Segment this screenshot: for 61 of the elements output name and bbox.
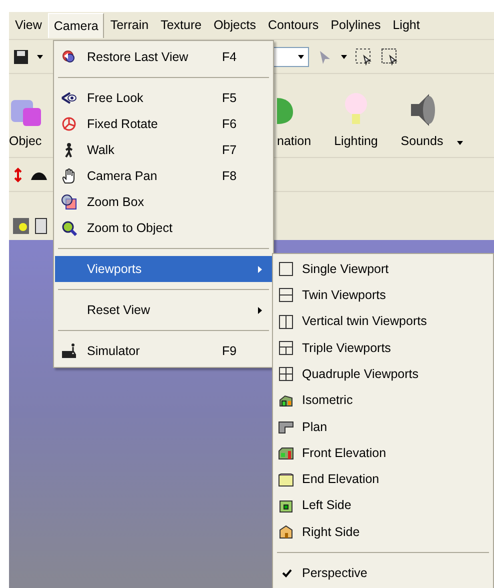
toolbar-button[interactable]: Lighting	[323, 77, 389, 151]
menu-item[interactable]: Front Elevation	[273, 440, 493, 466]
menu-item[interactable]: Simulator F9	[55, 338, 272, 364]
plan-icon	[278, 418, 294, 435]
front-elevation-icon	[278, 445, 294, 462]
mound-icon[interactable]	[31, 170, 47, 180]
single-viewport-icon	[278, 261, 294, 278]
menu-item[interactable]: End Elevation	[273, 466, 493, 493]
menu-title[interactable]: Polylines	[324, 12, 387, 39]
menu-title[interactable]: Camera	[48, 12, 104, 38]
menu-item[interactable]: Triple Viewports	[273, 334, 493, 362]
menu-item[interactable]: Restore Last View F4	[55, 44, 272, 70]
menu-item[interactable]: Reset View	[55, 297, 272, 323]
save-icon[interactable]	[13, 48, 29, 64]
menu-item[interactable]: Fixed Rotate F6	[55, 111, 272, 137]
dropdown-caret-icon[interactable]	[37, 54, 43, 58]
menu-item[interactable]: Free Look F5	[55, 85, 272, 111]
menu-item[interactable]: Camera Pan F8	[55, 163, 272, 189]
menu-item[interactable]: Right Side	[273, 518, 493, 546]
triple-viewport-icon	[278, 340, 294, 356]
menu-item[interactable]: Walk F7	[55, 137, 272, 163]
menu-item[interactable]: Viewports	[55, 256, 272, 282]
isometric-house-icon	[278, 392, 294, 409]
select-region-icon[interactable]	[355, 48, 373, 66]
twin-viewport-icon	[278, 287, 294, 304]
submenu-arrow-icon	[258, 266, 262, 272]
menu-item[interactable]: Plan	[273, 414, 493, 440]
end-elevation-icon	[278, 472, 294, 488]
menu-title[interactable]: Contours	[262, 12, 325, 39]
dropdown-caret-icon[interactable]	[457, 141, 463, 145]
menu-item[interactable]: Twin Viewports	[273, 282, 493, 309]
toolbar-button[interactable]: nation	[277, 77, 323, 151]
menu-item[interactable]: Zoom to Object	[55, 215, 272, 241]
menu-item[interactable]: Zoom Box	[55, 189, 272, 215]
vertical-twin-viewport-icon	[278, 314, 294, 330]
hand-icon	[61, 168, 77, 184]
dropdown-caret-icon[interactable]	[341, 54, 347, 58]
menu-item[interactable]: Left Side	[273, 492, 493, 519]
submenu-arrow-icon	[258, 306, 262, 314]
eye-icon	[61, 90, 77, 106]
menu-title[interactable]: Texture	[154, 12, 208, 39]
menu-item[interactable]: Vertical twin Viewports	[273, 308, 493, 335]
menu-title[interactable]: Objects	[208, 12, 262, 39]
left-side-icon	[278, 498, 294, 514]
menu-item[interactable]: Isometric	[273, 387, 493, 414]
menu-title[interactable]: Light	[386, 12, 426, 39]
zoom-box-icon	[61, 194, 77, 210]
square-icon[interactable]	[35, 218, 47, 234]
menu-item[interactable]: Single Viewport	[273, 256, 493, 282]
menu-title[interactable]: View	[9, 12, 48, 39]
menu-item[interactable]: Quadruple Viewports	[273, 361, 493, 388]
zoom-icon	[61, 220, 77, 236]
right-side-icon	[278, 524, 294, 540]
select-box-icon[interactable]	[381, 48, 399, 66]
stairs-person-icon	[61, 343, 77, 359]
toolbar-button[interactable]: Objec	[9, 77, 49, 151]
quadruple-viewport-icon	[278, 366, 294, 382]
toolbar-button[interactable]: Sounds	[389, 77, 455, 151]
menu-title[interactable]: Terrain	[104, 12, 155, 39]
menu-item[interactable]: Perspective	[273, 560, 493, 587]
camera-restore-icon	[61, 49, 77, 65]
